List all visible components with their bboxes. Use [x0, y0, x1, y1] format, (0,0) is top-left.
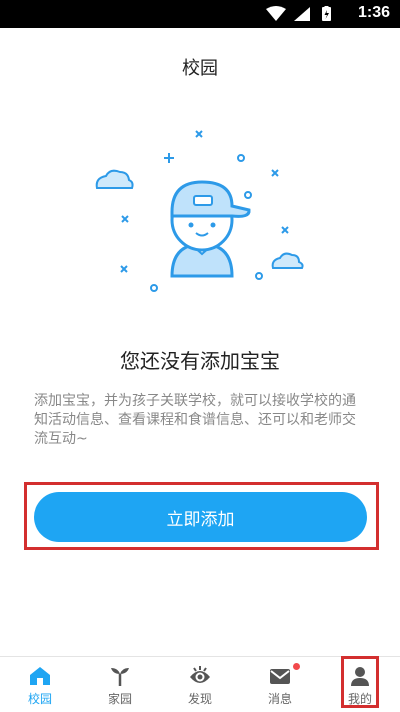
status-bar: 1:36 — [0, 0, 400, 28]
empty-state-title: 您还没有添加宝宝 — [120, 349, 280, 373]
mail-icon — [268, 664, 292, 688]
tab-label: 消息 — [267, 692, 292, 706]
empty-illustration — [0, 110, 400, 310]
tab-discover[interactable]: 发现 — [160, 657, 240, 712]
unread-badge — [293, 663, 300, 670]
child-avatar-icon — [170, 180, 251, 278]
battery-icon — [322, 6, 331, 21]
school-icon — [28, 664, 52, 688]
tab-home-garden[interactable]: 家园 — [80, 657, 160, 712]
status-time: 1:36 — [357, 4, 390, 21]
eye-icon — [188, 664, 212, 688]
left-cloud-icon — [95, 169, 134, 189]
tab-label: 校园 — [27, 692, 52, 706]
page-title: 校园 — [182, 58, 218, 79]
sprout-icon — [108, 664, 132, 688]
wifi-icon — [266, 6, 286, 21]
tab-label: 家园 — [107, 692, 132, 706]
tab-label: 发现 — [187, 692, 212, 706]
bottom-tab-bar: 校园 家园 发现 消息 我的 — [0, 656, 400, 712]
status-icons — [266, 6, 338, 22]
signal-icon — [294, 7, 310, 21]
tab-school[interactable]: 校园 — [0, 657, 80, 712]
add-child-button[interactable]: 立即添加 — [34, 492, 367, 542]
empty-state-description: 添加宝宝，并为孩子关联学校，就可以接收学校的通知活动信息、查看课程和食谱信息、还… — [34, 393, 356, 447]
right-cloud-icon — [271, 252, 304, 269]
tab-messages[interactable]: 消息 — [240, 657, 320, 712]
mine-tab-highlight — [341, 656, 379, 708]
